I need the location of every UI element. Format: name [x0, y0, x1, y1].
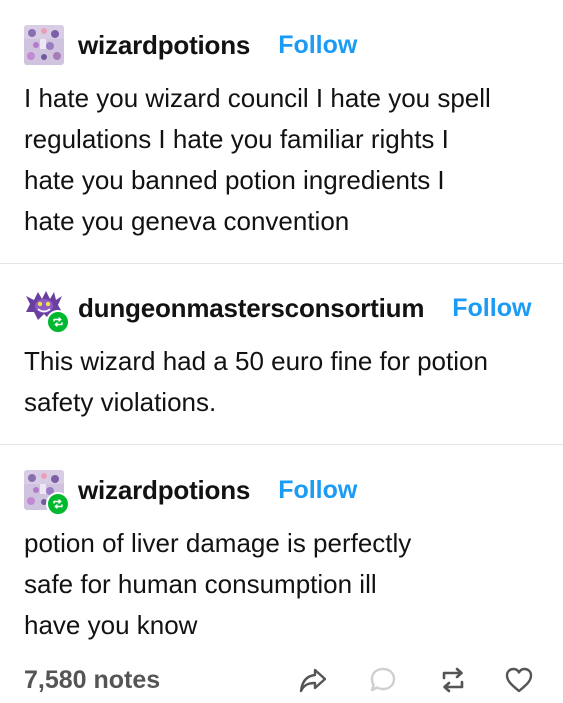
reply-icon[interactable] — [367, 664, 399, 701]
follow-button[interactable]: Follow — [452, 294, 531, 323]
post-header: dungeonmastersconsortium Follow — [24, 288, 531, 334]
reblog-badge-icon — [46, 310, 70, 334]
post-header: wizardpotions Follow — [24, 25, 357, 65]
follow-button[interactable]: Follow — [278, 31, 357, 60]
like-icon[interactable] — [503, 664, 535, 701]
post-text: potion of liver damage is perfectly safe… — [24, 528, 412, 640]
divider — [0, 444, 563, 445]
reblog-icon[interactable] — [437, 664, 469, 701]
username[interactable]: wizardpotions — [78, 30, 250, 61]
post-header: wizardpotions Follow — [24, 470, 357, 516]
username[interactable]: wizardpotions — [78, 475, 250, 506]
avatar[interactable] — [24, 25, 64, 65]
avatar[interactable] — [24, 470, 70, 516]
share-icon[interactable] — [297, 664, 329, 701]
username[interactable]: dungeonmastersconsortium — [78, 293, 424, 324]
divider — [0, 263, 563, 264]
post-footer: 7,580 notes — [24, 660, 539, 700]
follow-button[interactable]: Follow — [278, 476, 357, 505]
wizard-collage-avatar-icon — [24, 25, 64, 65]
avatar[interactable] — [24, 288, 70, 334]
notes-count[interactable]: 7,580 notes — [24, 666, 160, 695]
reblog-badge-icon — [46, 492, 70, 516]
post-text: I hate you wizard council I hate you spe… — [24, 83, 491, 236]
post-text: This wizard had a 50 euro fine for potio… — [24, 346, 488, 417]
